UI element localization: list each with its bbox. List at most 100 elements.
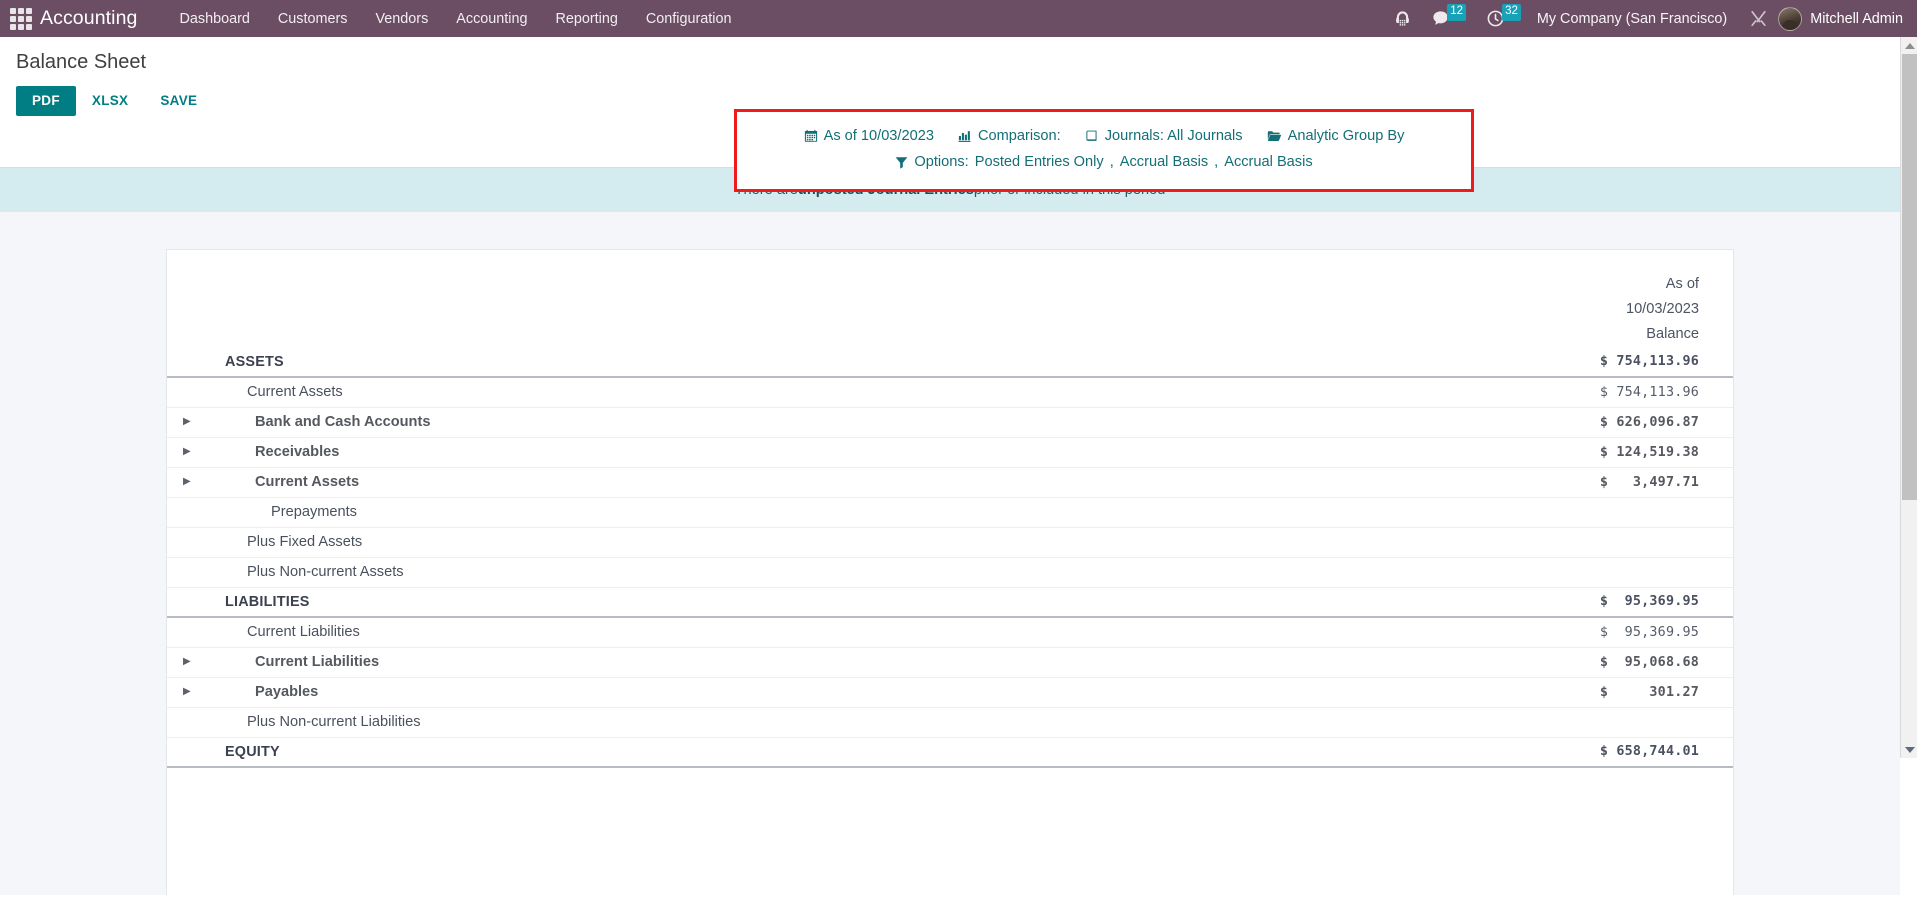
- row-label-cell: ▶ Receivables: [167, 437, 1443, 468]
- report-scroll-area: As of 10/03/2023 Balance ASSETS $ 754,113…: [0, 212, 1900, 895]
- menu-reporting[interactable]: Reporting: [541, 0, 631, 37]
- user-avatar[interactable]: [1778, 6, 1803, 31]
- row-label-wrapper: ▶ Payables: [177, 684, 1443, 700]
- table-row[interactable]: Plus Fixed Assets: [167, 527, 1733, 558]
- xlsx-button[interactable]: XLSX: [76, 86, 144, 116]
- page-title: Balance Sheet: [16, 51, 147, 73]
- row-label: Payables: [255, 684, 319, 700]
- report-filters-highlight: As of 10/03/2023 Comparison: Journals: A…: [734, 109, 1474, 192]
- row-label-wrapper: Plus Non-current Liabilities: [177, 714, 1443, 730]
- row-label-wrapper: Plus Fixed Assets: [177, 534, 1443, 550]
- table-row[interactable]: ▶ Bank and Cash Accounts $ 626,096.87: [167, 407, 1733, 438]
- activities-counter[interactable]: 32: [1476, 0, 1531, 37]
- menu-customers[interactable]: Customers: [264, 0, 362, 37]
- scroll-thumb[interactable]: [1902, 54, 1917, 500]
- header-as-of-line1: As of: [1665, 276, 1699, 292]
- filter-date[interactable]: As of 10/03/2023: [792, 128, 946, 144]
- filter-date-label: As of 10/03/2023: [823, 128, 934, 144]
- messages-counter[interactable]: 12: [1421, 0, 1476, 37]
- row-balance-value: $ 3,497.71: [1443, 467, 1733, 498]
- row-label: LIABILITIES: [225, 593, 310, 610]
- balance-sheet-report: As of 10/03/2023 Balance ASSETS $ 754,113…: [166, 249, 1734, 895]
- row-label-wrapper: EQUITY: [177, 744, 1443, 760]
- table-row[interactable]: Plus Non-current Liabilities: [167, 707, 1733, 738]
- filter-analytic-label: Analytic Group By: [1287, 128, 1405, 144]
- scroll-up-arrow[interactable]: [1901, 37, 1917, 54]
- row-label-wrapper: Prepayments: [177, 504, 1443, 520]
- expand-caret-icon[interactable]: ▶: [183, 417, 199, 427]
- row-label-cell: Current Assets: [167, 377, 1443, 408]
- row-balance-value: [1443, 497, 1733, 528]
- book-icon: [1085, 129, 1099, 143]
- activities-count-badge: 32: [1502, 4, 1521, 21]
- table-row[interactable]: LIABILITIES $ 95,369.95: [167, 587, 1733, 618]
- menu-dashboard[interactable]: Dashboard: [165, 0, 263, 37]
- row-label-wrapper: ASSETS: [177, 354, 1443, 370]
- row-balance-value: $ 95,369.95: [1443, 617, 1733, 648]
- header-balance-label: Balance: [1646, 326, 1699, 342]
- row-balance-value: $ 124,519.38: [1443, 437, 1733, 468]
- row-label: Current Liabilities: [255, 654, 380, 670]
- menu-configuration[interactable]: Configuration: [632, 0, 746, 37]
- company-switcher[interactable]: My Company (San Francisco): [1531, 11, 1739, 27]
- row-label: Bank and Cash Accounts: [255, 414, 431, 430]
- row-label-wrapper: ▶ Current Liabilities: [177, 654, 1443, 670]
- row-label-cell: ▶ Payables: [167, 677, 1443, 708]
- filter-comparison-label: Comparison:: [977, 128, 1061, 144]
- row-label: Current Assets: [247, 384, 343, 401]
- filter-option-value-3: Accrual Basis: [1224, 154, 1313, 170]
- scroll-down-arrow[interactable]: [1901, 741, 1917, 758]
- user-menu[interactable]: Mitchell Admin: [1802, 11, 1903, 27]
- headset-icon[interactable]: [1384, 0, 1421, 37]
- menu-accounting[interactable]: Accounting: [442, 0, 541, 37]
- funnel-icon: [895, 156, 908, 169]
- calendar-icon: [804, 129, 818, 143]
- menu-vendors[interactable]: Vendors: [361, 0, 442, 37]
- table-row[interactable]: Prepayments: [167, 497, 1733, 528]
- filters-row-primary: As of 10/03/2023 Comparison: Journals: A…: [792, 128, 1417, 144]
- row-label-cell: Current Liabilities: [167, 617, 1443, 648]
- table-row[interactable]: ASSETS $ 754,113.96: [167, 347, 1733, 378]
- row-label-wrapper: ▶ Current Assets: [177, 474, 1443, 490]
- row-label: Prepayments: [271, 504, 357, 520]
- header-balance-column: As of 10/03/2023 Balance: [1443, 272, 1733, 347]
- expand-caret-icon[interactable]: ▶: [183, 657, 199, 667]
- expand-caret-icon[interactable]: ▶: [183, 687, 199, 697]
- filter-comparison[interactable]: Comparison:: [946, 128, 1073, 144]
- row-label-cell: LIABILITIES: [167, 587, 1443, 618]
- vertical-scrollbar[interactable]: [1900, 37, 1917, 758]
- row-label-cell: EQUITY: [167, 737, 1443, 768]
- filter-journals-label: Journals: All Journals: [1104, 128, 1243, 144]
- top-navbar: Accounting Dashboard Customers Vendors A…: [0, 0, 1917, 37]
- save-button[interactable]: SAVE: [144, 86, 213, 116]
- table-row[interactable]: Current Liabilities $ 95,369.95: [167, 617, 1733, 648]
- expand-caret-icon[interactable]: ▶: [183, 447, 199, 457]
- row-label-cell: ▶ Bank and Cash Accounts: [167, 407, 1443, 438]
- table-row[interactable]: EQUITY $ 658,744.01: [167, 737, 1733, 768]
- table-row[interactable]: ▶ Payables $ 301.27: [167, 677, 1733, 708]
- table-header: As of 10/03/2023 Balance: [167, 272, 1733, 347]
- apps-grid-icon[interactable]: [10, 7, 32, 30]
- table-row[interactable]: ▶ Current Liabilities $ 95,068.68: [167, 647, 1733, 678]
- table-row[interactable]: Current Assets $ 754,113.96: [167, 377, 1733, 408]
- table-row[interactable]: ▶ Receivables $ 124,519.38: [167, 437, 1733, 468]
- filter-options[interactable]: Options: Posted Entries Only , Accrual B…: [883, 154, 1324, 170]
- main-menu: Dashboard Customers Vendors Accounting R…: [165, 0, 745, 37]
- row-label-wrapper: Plus Non-current Assets: [177, 564, 1443, 580]
- wrench-icon[interactable]: [1739, 0, 1778, 37]
- row-label: Current Assets: [255, 474, 360, 490]
- expand-caret-icon[interactable]: ▶: [183, 477, 199, 487]
- row-label: Plus Non-current Liabilities: [247, 714, 421, 730]
- right-scroll-column: [1900, 37, 1917, 911]
- pdf-button[interactable]: PDF: [16, 86, 76, 116]
- row-label: Plus Non-current Assets: [247, 564, 404, 580]
- table-row[interactable]: Plus Non-current Assets: [167, 557, 1733, 588]
- app-brand-accounting[interactable]: Accounting: [40, 7, 137, 30]
- row-balance-value: $ 754,113.96: [1443, 347, 1733, 378]
- table-row[interactable]: ▶ Current Assets $ 3,497.71: [167, 467, 1733, 498]
- filter-journals[interactable]: Journals: All Journals: [1073, 128, 1255, 144]
- row-label-wrapper: Current Liabilities: [177, 624, 1443, 640]
- balance-sheet-table: As of 10/03/2023 Balance ASSETS $ 754,113…: [167, 272, 1733, 768]
- control-panel: Balance Sheet PDF XLSX SAVE As of 10/03/…: [0, 37, 1917, 192]
- filter-analytic-group-by[interactable]: Analytic Group By: [1255, 128, 1417, 144]
